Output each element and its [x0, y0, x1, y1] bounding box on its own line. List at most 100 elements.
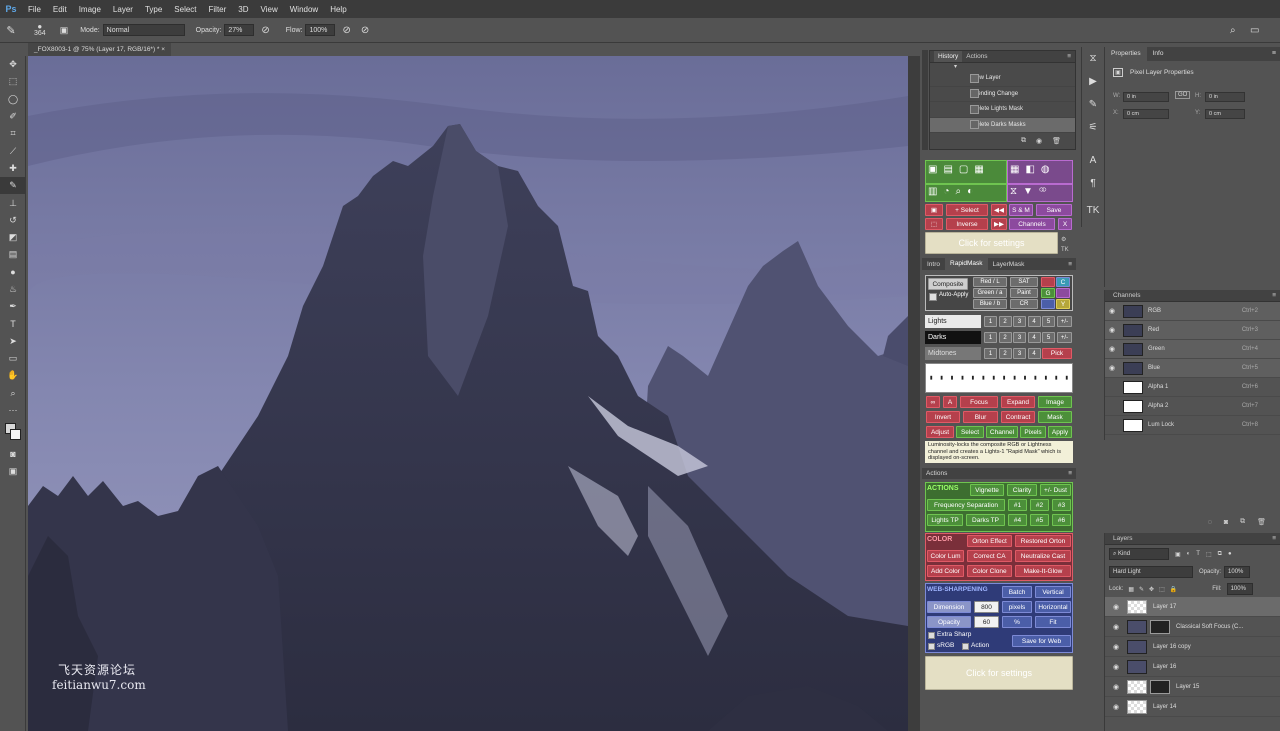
- panel-menu-icon[interactable]: ≡: [1272, 533, 1276, 545]
- search-icon[interactable]: ⌕: [1230, 25, 1236, 36]
- darks-level-1-button[interactable]: 1: [984, 332, 997, 343]
- batch-button[interactable]: Batch: [1002, 586, 1032, 598]
- darks-level-5-button[interactable]: 5: [1042, 332, 1055, 343]
- workspace-icon[interactable]: ▭: [1250, 25, 1259, 36]
- delete-channel-icon[interactable]: 🗑: [1257, 518, 1266, 526]
- rapidmask-tool-icons-4[interactable]: ⧖▼⚭: [1010, 186, 1053, 197]
- blend-mode-select[interactable]: Hard Light: [1109, 566, 1193, 578]
- w-input[interactable]: 0 in: [1123, 92, 1169, 102]
- flow-field[interactable]: 100%: [305, 24, 336, 36]
- channel-row[interactable]: ◉ Red Ctrl+3: [1105, 321, 1280, 340]
- mode-select[interactable]: Normal: [102, 24, 185, 36]
- channel-row[interactable]: ◉ Green Ctrl+4: [1105, 340, 1280, 359]
- srgb-checkbox[interactable]: [928, 643, 935, 650]
- composite-button[interactable]: Composite: [928, 278, 968, 290]
- channel-row[interactable]: Alpha 2 Ctrl+7: [1105, 397, 1280, 416]
- frequency-separation-button[interactable]: Frequency Separation: [927, 499, 1005, 511]
- menu-type[interactable]: Type: [139, 5, 168, 14]
- lights-level-3-button[interactable]: 3: [1013, 316, 1026, 327]
- move-tool-icon[interactable]: ✥: [0, 56, 26, 73]
- panel-menu-icon[interactable]: ≡: [1068, 468, 1072, 479]
- new-document-from-state-icon[interactable]: ⧉: [1021, 137, 1026, 145]
- rewind-icon[interactable]: ◀◀: [991, 204, 1007, 216]
- correct-ca-button[interactable]: Correct CA: [967, 550, 1012, 562]
- rapidmask-tool-icons-2[interactable]: ▦◧◍: [1010, 164, 1056, 175]
- zoom-tool-icon[interactable]: ⌕: [0, 385, 26, 402]
- color-m-swatch[interactable]: [1056, 288, 1070, 298]
- image-button[interactable]: Image: [1038, 396, 1072, 408]
- eraser-tool-icon[interactable]: ◩: [0, 229, 26, 246]
- pick-button[interactable]: Pick: [1042, 348, 1072, 359]
- y-input[interactable]: 0 cm: [1205, 109, 1245, 119]
- midtones-level-4-button[interactable]: 4: [1027, 348, 1041, 359]
- channel-row[interactable]: Alpha 1 Ctrl+6: [1105, 378, 1280, 397]
- y-button[interactable]: Y: [1056, 299, 1070, 309]
- lasso-tool-icon[interactable]: ◯: [0, 91, 26, 108]
- darks-tp-button[interactable]: Darks TP: [966, 514, 1005, 526]
- layer-row[interactable]: ◉ Layer 16: [1105, 657, 1280, 677]
- vertical-button[interactable]: Vertical: [1035, 586, 1071, 598]
- blur-tool-icon[interactable]: ●: [0, 264, 26, 281]
- quick-select-tool-icon[interactable]: ✐: [0, 108, 26, 125]
- shape-tool-icon[interactable]: ▭: [0, 350, 26, 367]
- marquee-tool-icon[interactable]: ⬚: [0, 73, 26, 90]
- a-button[interactable]: A: [943, 396, 957, 408]
- g-button[interactable]: G: [1041, 288, 1055, 298]
- tab-layermask[interactable]: LayerMask: [988, 261, 1030, 268]
- lights-level-2-button[interactable]: 2: [998, 316, 1012, 327]
- visibility-eye-icon[interactable]: ◉: [1105, 683, 1127, 691]
- visibility-eye-icon[interactable]: ◉: [1105, 345, 1119, 353]
- airbrush-icon[interactable]: ⊘: [342, 25, 350, 36]
- quick-mask-icon[interactable]: ◙: [0, 445, 26, 462]
- save-button[interactable]: Save: [1036, 204, 1072, 216]
- image-icon[interactable]: ▣: [925, 204, 943, 216]
- green-a-button[interactable]: Green / a: [973, 288, 1007, 298]
- screen-mode-icon[interactable]: ▣: [0, 463, 26, 480]
- layer-row[interactable]: ◉ Layer 15: [1105, 677, 1280, 697]
- history-item[interactable]: Delete Lights Mask: [930, 102, 1075, 118]
- blur-button[interactable]: Blur: [963, 411, 998, 423]
- hand-tool-icon[interactable]: ✋: [0, 367, 26, 384]
- path-select-tool-icon[interactable]: ➤: [0, 333, 26, 350]
- tk-panel-icon[interactable]: TK: [1082, 199, 1104, 222]
- channel-row[interactable]: Lum Lock Ctrl+8: [1105, 416, 1280, 435]
- x-input[interactable]: 0 cm: [1123, 109, 1169, 119]
- tab-actions[interactable]: Actions: [962, 51, 991, 62]
- history-item-selected[interactable]: Delete Darks Masks: [930, 117, 1075, 133]
- save-for-web-button[interactable]: Save for Web: [1012, 635, 1071, 647]
- neutralize-cast-button[interactable]: Neutralize Cast: [1015, 550, 1071, 562]
- vignette-button[interactable]: Vignette: [970, 484, 1004, 496]
- darks-level-2-button[interactable]: 2: [998, 332, 1012, 343]
- opacity-input-ws[interactable]: 60: [974, 616, 999, 628]
- forward-icon[interactable]: ▶▶: [991, 218, 1007, 230]
- lock-artboard-icon[interactable]: ⬚: [1159, 586, 1165, 593]
- new-channel-icon[interactable]: ⧉: [1240, 518, 1245, 526]
- color-lum-button[interactable]: Color Lum: [927, 550, 964, 562]
- apply-button[interactable]: Apply: [1048, 426, 1072, 438]
- auto-apply-checkbox[interactable]: [929, 293, 937, 301]
- layer-row[interactable]: ◉ Layer 16 copy: [1105, 637, 1280, 657]
- pen-tool-icon[interactable]: ✒: [0, 298, 26, 315]
- midtones-level-1-button[interactable]: 1: [984, 348, 997, 359]
- vertical-scrollbar[interactable]: [908, 56, 920, 731]
- lights-level-1-button[interactable]: 1: [984, 316, 997, 327]
- camera-icon[interactable]: ◉: [1036, 137, 1042, 145]
- document-tab[interactable]: _FOX8003-1 @ 75% (Layer 17, RGB/16*) * ×: [28, 43, 172, 56]
- play-actions-icon[interactable]: ▶: [1082, 70, 1104, 93]
- blue-b-button[interactable]: Blue / b: [973, 299, 1007, 309]
- layer-mask-thumbnail[interactable]: [1150, 619, 1170, 634]
- invert-button[interactable]: Invert: [926, 411, 960, 423]
- history-brush-tool-icon[interactable]: ↺: [0, 212, 26, 229]
- filter-smart-icon[interactable]: ⧉: [1218, 551, 1222, 558]
- visibility-eye-icon[interactable]: ◉: [1105, 643, 1127, 651]
- layer-row[interactable]: ◉ Layer 17: [1105, 597, 1280, 617]
- lights-level-4-button[interactable]: 4: [1027, 316, 1041, 327]
- color-clone-button[interactable]: Color Clone: [967, 565, 1012, 577]
- tab-rapidmask[interactable]: RapidMask: [945, 258, 988, 270]
- sat-button[interactable]: SAT: [1010, 277, 1038, 287]
- paint-button[interactable]: Paint: [1010, 288, 1038, 298]
- sm-button[interactable]: S & M: [1009, 204, 1033, 216]
- filter-type-icon[interactable]: T: [1196, 551, 1200, 557]
- tab-intro[interactable]: Intro: [922, 261, 945, 268]
- filter-adjust-icon[interactable]: ◐: [1187, 551, 1191, 557]
